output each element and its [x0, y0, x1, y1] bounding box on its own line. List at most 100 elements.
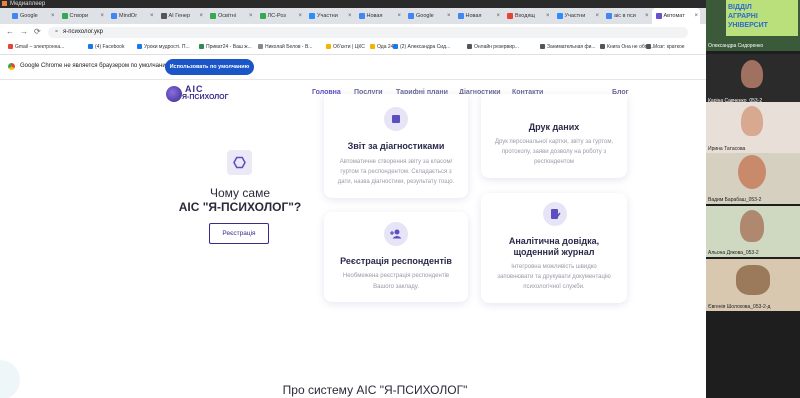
- decorative-blob: [0, 360, 20, 398]
- participant-tile-1[interactable]: Каріна Савченко_053-2: [706, 54, 800, 105]
- register-button[interactable]: Реєстрація: [209, 223, 269, 244]
- add-user-icon: [384, 222, 408, 246]
- browser-tab[interactable]: Новая ×: [355, 8, 404, 24]
- participant-tile-0[interactable]: ВІДДІЛ АГРАРНІ УНІВЕРСИТ Олександра Сидо…: [706, 0, 800, 51]
- browser-tab[interactable]: Створи ×: [58, 8, 107, 24]
- tab-favicon-icon: [556, 12, 563, 19]
- participant-name-2: Ирина Татасова: [708, 146, 746, 152]
- set-default-button[interactable]: Использовать по умолчанию: [165, 59, 254, 75]
- tab-close-icon[interactable]: ×: [100, 8, 104, 24]
- bookmark-label: (2) Александра Сид...: [400, 44, 451, 50]
- bookmark-item[interactable]: Приват24 - Ваш ж...: [199, 40, 252, 54]
- tab-close-icon[interactable]: ×: [447, 8, 451, 24]
- bookmark-label: Уроки мудрості. П...: [144, 44, 190, 50]
- tab-close-icon[interactable]: ×: [199, 8, 203, 24]
- browser-tab[interactable]: Google ×: [8, 8, 57, 24]
- tab-close-icon[interactable]: ×: [51, 8, 55, 24]
- participant-video-5: [736, 265, 770, 295]
- card-print-title: Друк даних: [528, 122, 580, 132]
- card-report-title: Звіт за діагностиками: [347, 141, 445, 151]
- reload-icon[interactable]: ⟳: [34, 27, 41, 36]
- tab-label: Створи: [69, 13, 89, 19]
- bookmark-item[interactable]: Мозг: краткое: [646, 40, 685, 54]
- tab-close-icon[interactable]: ×: [249, 8, 253, 24]
- tab-close-icon[interactable]: ×: [496, 8, 500, 24]
- tab-label: Google: [416, 13, 434, 19]
- card-report-text-2: гуртом та респондентом. Складається з: [340, 169, 452, 175]
- tab-favicon-icon: [655, 12, 662, 19]
- participant-name-3: Вадим Барабаш_053-2: [708, 197, 762, 203]
- hero-hexagon-icon: [227, 150, 252, 175]
- bookmark-label: Занимательная фи...: [547, 44, 596, 50]
- document-edit-icon: [543, 202, 567, 226]
- back-icon[interactable]: ←: [6, 27, 14, 36]
- bookmark-item[interactable]: Gmail – электронна...: [8, 40, 64, 54]
- logo-icon[interactable]: [166, 86, 182, 102]
- bookmark-item[interactable]: Занимательная фи...: [540, 40, 596, 54]
- tab-close-icon[interactable]: ×: [298, 8, 302, 24]
- logo-top-text: AIC: [185, 84, 204, 94]
- participant-tile-5[interactable]: Євгенія Шолохова_053-2-д: [706, 259, 800, 311]
- tab-close-icon[interactable]: ×: [546, 8, 550, 24]
- bookmark-label: (4) Facebook: [95, 44, 125, 50]
- bookmark-favicon-icon: [258, 44, 263, 50]
- address-url: я-психолог.укр: [63, 29, 104, 35]
- tab-close-icon[interactable]: ×: [645, 8, 649, 24]
- forward-icon[interactable]: →: [20, 27, 28, 36]
- bookmark-favicon-icon: [8, 44, 13, 50]
- tab-close-icon[interactable]: ×: [595, 8, 599, 24]
- tab-favicon-icon: [12, 12, 18, 19]
- address-bar[interactable]: ⚬ я-психолог.укр: [48, 27, 688, 38]
- card-report-text-1: Автоматичне створення звіту за класом/: [339, 159, 453, 165]
- tab-close-icon[interactable]: ×: [694, 8, 698, 24]
- tab-label: AI Генер: [168, 13, 191, 19]
- tab-favicon-icon: [309, 12, 315, 19]
- bookmarks-bar: Gmail – электронна... (4) Facebook Уроки м…: [0, 40, 706, 55]
- bookmark-item[interactable]: Об'єкти | ЦКС: [326, 40, 365, 54]
- tab-favicon-icon: [457, 12, 464, 19]
- participant-tile-3[interactable]: Вадим Барабаш_053-2: [706, 153, 800, 204]
- media-player-title: Медиаплеер: [10, 1, 46, 7]
- tab-close-icon[interactable]: ×: [397, 8, 401, 24]
- participant-video-4: [740, 210, 764, 242]
- card-registration-title: Реєстрація респондентів: [340, 256, 452, 266]
- card-print-text-3: респондентом: [534, 159, 574, 165]
- infobar-message: Google Chrome не является браузером по у…: [20, 63, 172, 69]
- bookmark-item[interactable]: Уроки мудрості. П...: [137, 40, 190, 54]
- tab-label: Автомат: [663, 13, 685, 19]
- browser-tab[interactable]: MindOr ×: [107, 8, 156, 24]
- bookmark-item[interactable]: Николай Белов - В...: [258, 40, 312, 54]
- bookmark-favicon-icon: [370, 44, 375, 50]
- browser-tab[interactable]: Участни ×: [553, 8, 602, 24]
- browser-tab[interactable]: aic в пси ×: [602, 8, 651, 24]
- tab-label: Новая: [465, 13, 482, 19]
- bookmark-label: Мозг: краткое: [653, 44, 685, 50]
- browser-tab[interactable]: Google ×: [404, 8, 453, 24]
- tab-close-icon[interactable]: ×: [150, 8, 154, 24]
- bookmark-label: Приват24 - Ваш ж...: [206, 44, 252, 50]
- tab-favicon-icon: [507, 12, 513, 19]
- browser-tab[interactable]: Автомат ×: [651, 8, 700, 24]
- hero-title-line1: Чому саме: [210, 186, 270, 200]
- tab-label: Участни: [317, 13, 338, 19]
- browser-tab[interactable]: Освітні ×: [206, 8, 255, 24]
- bookmark-item[interactable]: Онлайн резервир...: [467, 40, 519, 54]
- bookmark-item[interactable]: (4) Facebook: [88, 40, 124, 54]
- browser-tab[interactable]: ЛС-Роз ×: [256, 8, 305, 24]
- bookmark-label: Николай Белов - В...: [265, 44, 313, 50]
- bookmark-favicon-icon: [540, 44, 545, 50]
- tab-favicon-icon: [259, 12, 266, 19]
- bookmark-item[interactable]: (2) Александра Сид...: [393, 40, 450, 54]
- tab-favicon-icon: [61, 12, 68, 19]
- browser-tab[interactable]: Входящ ×: [503, 8, 552, 24]
- participant-tile-2[interactable]: Ирина Татасова: [706, 102, 800, 153]
- site-info-icon[interactable]: ⚬: [54, 29, 59, 35]
- browser-tab[interactable]: AI Генер ×: [157, 8, 206, 24]
- participant-tile-4[interactable]: Альона Дякова_053-2: [706, 206, 800, 257]
- browser-tab[interactable]: Новая ×: [454, 8, 503, 24]
- tab-favicon-icon: [210, 12, 216, 19]
- bookmark-favicon-icon: [199, 44, 204, 50]
- tab-close-icon[interactable]: ×: [348, 8, 352, 24]
- browser-tab[interactable]: Участни ×: [305, 8, 354, 24]
- bookmark-item[interactable]: Ода 24: [370, 40, 393, 54]
